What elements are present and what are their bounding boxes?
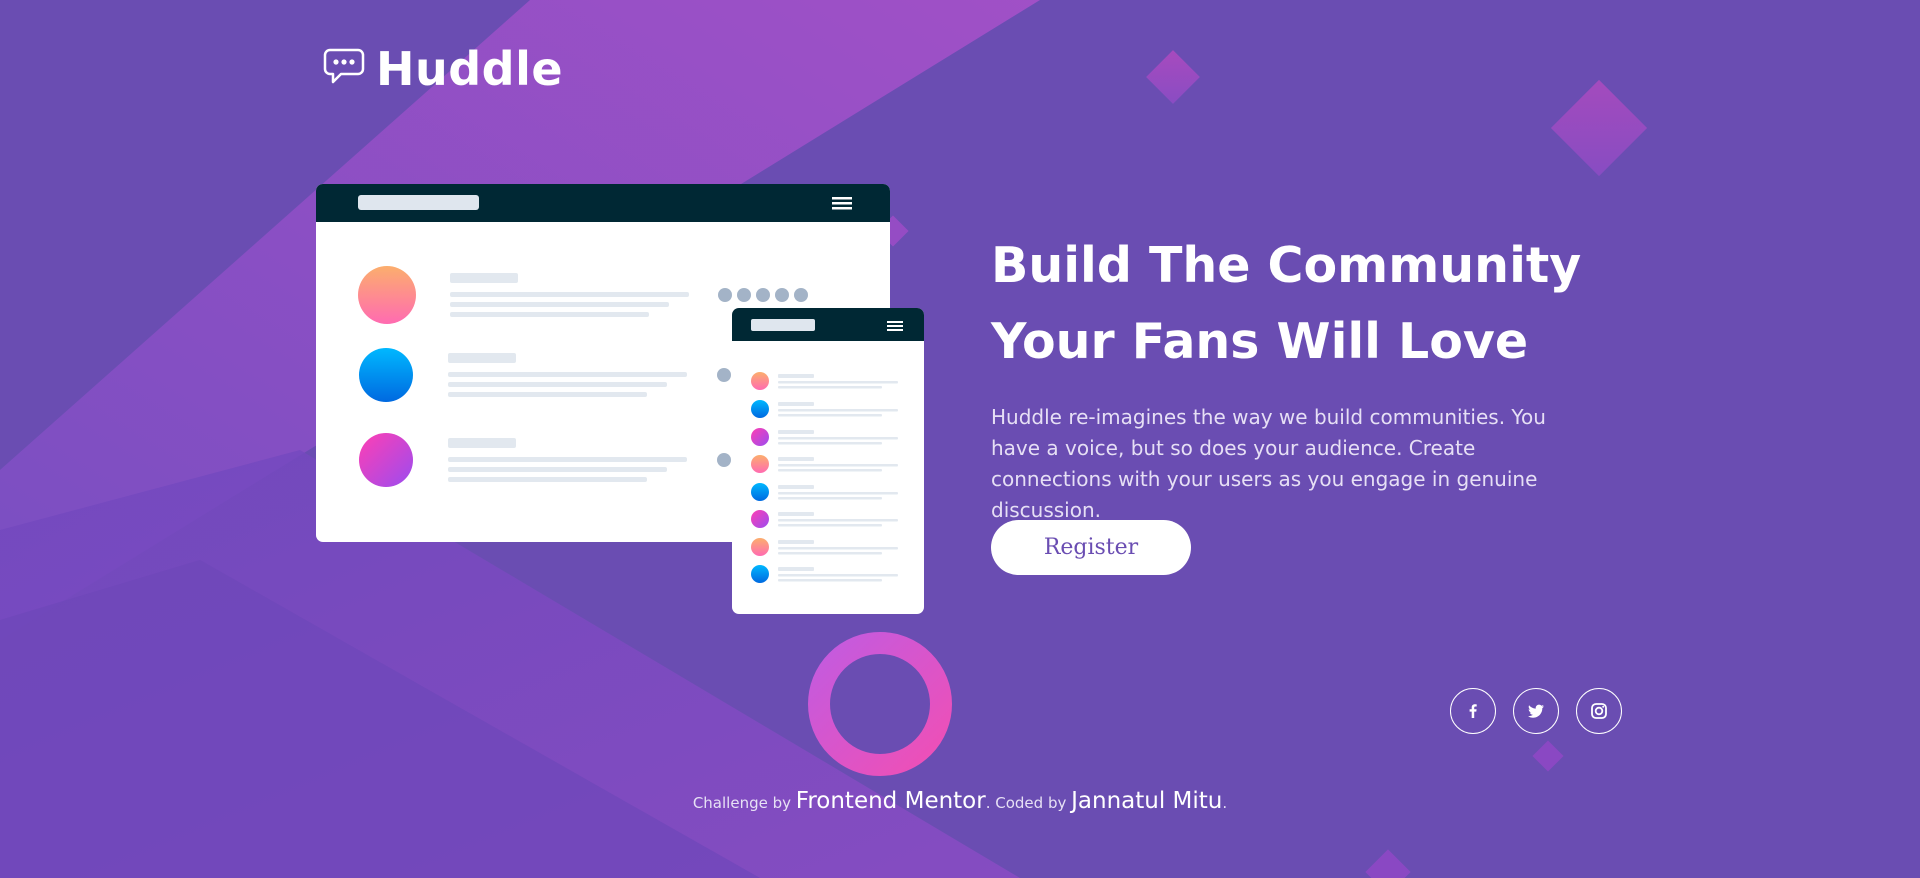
author-link[interactable]: Jannatul Mitu: [1071, 788, 1222, 814]
instagram-link[interactable]: [1576, 688, 1622, 734]
facebook-link[interactable]: [1450, 688, 1496, 734]
hero-description: Huddle re-imagines the way we build comm…: [991, 405, 1546, 522]
register-button[interactable]: Register: [991, 520, 1191, 575]
twitter-link[interactable]: [1513, 688, 1559, 734]
facebook-icon: [1469, 704, 1477, 718]
instagram-icon: [1591, 703, 1607, 719]
attribution-middle: . Coded by: [985, 794, 1067, 812]
hero-title: Build The Community Your Fans Will Love: [991, 228, 1631, 380]
mobile-mockup: [732, 308, 924, 614]
attribution-prefix: Challenge by: [692, 794, 791, 812]
attribution: Challenge by Frontend Mentor. Coded by J…: [0, 788, 1920, 814]
hero-title-line-1: Build The Community: [991, 237, 1582, 294]
frontend-mentor-link[interactable]: Frontend Mentor: [796, 788, 986, 814]
twitter-icon: [1528, 704, 1544, 718]
attribution-suffix: .: [1222, 794, 1228, 812]
hero-illustration: [316, 184, 924, 614]
hero-title-line-2: Your Fans Will Love: [991, 313, 1529, 370]
